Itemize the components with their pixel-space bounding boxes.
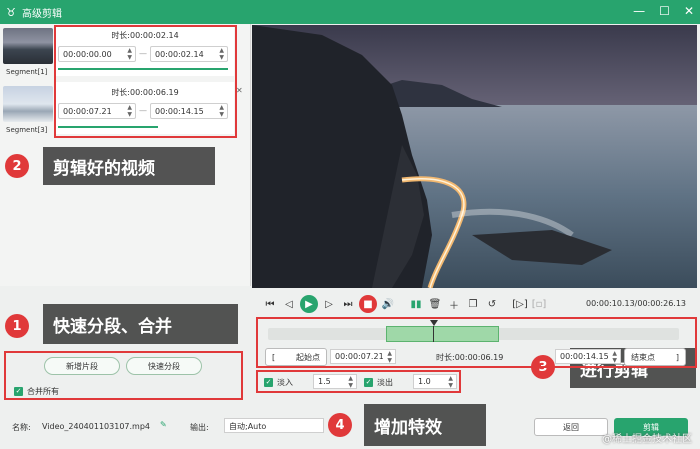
skip-to-end-icon[interactable]: ⏭ bbox=[340, 296, 356, 312]
checkbox-icon[interactable]: ✓ bbox=[14, 387, 23, 396]
playhead-icon[interactable] bbox=[430, 320, 438, 326]
title-bar: ♉ 高级剪辑 — ☐ ✕ bbox=[0, 0, 700, 24]
duration-display: 时长:00:00:06.19 bbox=[436, 353, 504, 362]
segment-card: 时长:00:00:06.19 00:00:07.21 ▲ ▼ — 00:00:14.… bbox=[56, 82, 234, 134]
split-icon[interactable]: ▮▮ bbox=[408, 296, 424, 312]
annotation-label: 增加特效 bbox=[364, 404, 486, 446]
segment-duration: 00:00:02.14 bbox=[130, 31, 179, 40]
volume-icon[interactable]: 🔊 bbox=[380, 296, 396, 312]
crop-icon[interactable]: [▫] bbox=[531, 296, 547, 312]
set-start-button[interactable]: [起始点 bbox=[265, 348, 327, 366]
name-label: 名称: bbox=[12, 423, 31, 432]
fade-out-checkbox[interactable]: ✓ 淡出 bbox=[364, 377, 393, 388]
segment-label: Segment[1] bbox=[6, 68, 48, 76]
close-button[interactable]: ✕ bbox=[684, 4, 694, 18]
fade-out-input[interactable]: 1.0 ▲ ▼ bbox=[413, 374, 457, 389]
playback-controls: ⏮ ◁ ▶ ▷ ⏭ ■ 🔊 ▮▮ 🗑 ＋ ❐ ↺ [▷] [▫] 00:00:1… bbox=[252, 289, 700, 319]
segment-label: Segment[3] bbox=[6, 126, 48, 134]
merge-all-checkbox[interactable]: ✓ 合并所有 bbox=[14, 386, 59, 397]
output-select[interactable]: 自动;Auto bbox=[224, 418, 324, 433]
edit-icon[interactable]: ✎ bbox=[160, 420, 167, 429]
window-title: 高级剪辑 bbox=[22, 8, 62, 20]
segment-duration: 00:00:06.19 bbox=[130, 88, 179, 97]
annotation-label: 剪辑好的视频 bbox=[43, 147, 215, 185]
play-icon[interactable]: ▶ bbox=[300, 295, 318, 313]
minimize-button[interactable]: — bbox=[633, 4, 645, 18]
fade-in-input[interactable]: 1.5 ▲ ▼ bbox=[313, 374, 357, 389]
segment-start-input[interactable]: 00:00:00.00 ▲ ▼ bbox=[58, 46, 136, 62]
time-readout: 00:00:10.13/00:00:26.13 bbox=[586, 299, 686, 308]
video-preview[interactable] bbox=[252, 25, 697, 288]
segment-progress bbox=[58, 68, 228, 70]
output-label: 输出: bbox=[190, 423, 209, 432]
close-segment-icon[interactable]: ✕ bbox=[236, 86, 243, 95]
filename: Video_240401103107.mp4 bbox=[42, 422, 150, 431]
step-forward-icon[interactable]: ▷ bbox=[321, 296, 337, 312]
copy-icon[interactable]: ❐ bbox=[465, 296, 481, 312]
selection-range[interactable] bbox=[386, 326, 499, 342]
segment-thumbnail[interactable] bbox=[3, 86, 53, 122]
play-segment-icon[interactable]: [▷] bbox=[512, 296, 528, 312]
segment-start-input[interactable]: 00:00:07.21 ▲ ▼ bbox=[58, 103, 136, 119]
maximize-button[interactable]: ☐ bbox=[659, 4, 670, 18]
annotation-number: 2 bbox=[5, 154, 29, 178]
app-logo-icon: ♉ bbox=[6, 5, 16, 19]
quick-split-button[interactable]: 快速分段 bbox=[126, 357, 202, 375]
segment-progress bbox=[58, 126, 158, 128]
back-button[interactable]: 返回 bbox=[534, 418, 608, 436]
segment-end-input[interactable]: 00:00:02.14 ▲ ▼ bbox=[150, 46, 228, 62]
segment-card: 时长:00:00:02.14 00:00:00.00 ▲ ▼ — 00:00:02.… bbox=[56, 26, 234, 76]
annotation-label: 快速分段、合并 bbox=[43, 304, 238, 344]
reset-icon[interactable]: ↺ bbox=[484, 296, 500, 312]
start-time-input[interactable]: 00:00:07.21 ▲ ▼ bbox=[330, 349, 396, 364]
delete-icon[interactable]: 🗑 bbox=[427, 296, 443, 312]
stop-icon[interactable]: ■ bbox=[359, 295, 377, 313]
skip-to-start-icon[interactable]: ⏮ bbox=[262, 296, 278, 312]
segment-end-input[interactable]: 00:00:14.15 ▲ ▼ bbox=[150, 103, 228, 119]
step-back-icon[interactable]: ◁ bbox=[281, 296, 297, 312]
annotation-number: 1 bbox=[5, 314, 29, 338]
fade-in-checkbox[interactable]: ✓ 淡入 bbox=[264, 377, 293, 388]
new-segment-button[interactable]: 新增片段 bbox=[44, 357, 120, 375]
timeline-track[interactable] bbox=[268, 320, 679, 342]
annotation-number: 4 bbox=[328, 413, 352, 437]
annotation-number: 3 bbox=[531, 355, 555, 379]
end-time-input[interactable]: 00:00:14.15 ▲ ▼ bbox=[555, 349, 621, 364]
watermark: @稀土掘金技术社区 bbox=[602, 434, 692, 445]
set-end-button[interactable]: 结束点] bbox=[624, 348, 686, 366]
segment-thumbnail[interactable] bbox=[3, 28, 53, 64]
add-icon[interactable]: ＋ bbox=[446, 296, 462, 312]
